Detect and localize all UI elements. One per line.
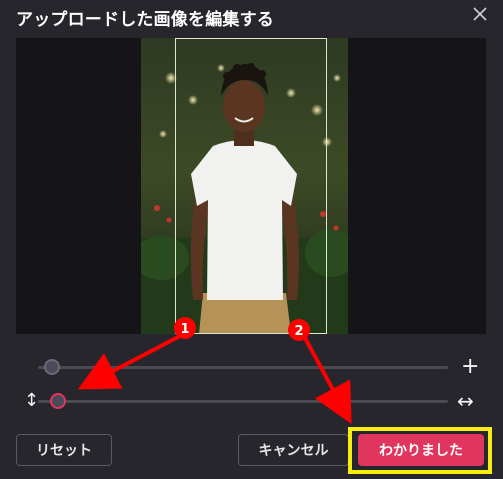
horizontal-arrows-icon: ↔ (457, 389, 474, 413)
zoom-slider-track[interactable] (38, 366, 448, 369)
zoom-plus-icon[interactable]: + (461, 355, 479, 379)
cancel-button[interactable]: キャンセル (238, 434, 349, 466)
edit-image-dialog: アップロードした画像を編集する + ↕ ↔ リセット キャンセル わかりました … (0, 0, 503, 479)
aspect-slider-track[interactable] (38, 400, 448, 403)
vertical-arrows-icon: ↕ (24, 390, 40, 411)
zoom-slider-thumb[interactable] (44, 359, 60, 375)
confirm-button[interactable]: わかりました (358, 434, 484, 466)
aspect-slider-thumb[interactable] (50, 393, 66, 409)
uploaded-photo (141, 38, 348, 334)
image-preview[interactable] (16, 38, 486, 334)
close-icon[interactable] (470, 4, 490, 24)
aspect-slider[interactable]: ↕ ↔ (16, 389, 486, 413)
reset-button[interactable]: リセット (16, 434, 112, 466)
dialog-title: アップロードした画像を編集する (16, 10, 274, 30)
zoom-slider[interactable]: + (16, 355, 486, 379)
